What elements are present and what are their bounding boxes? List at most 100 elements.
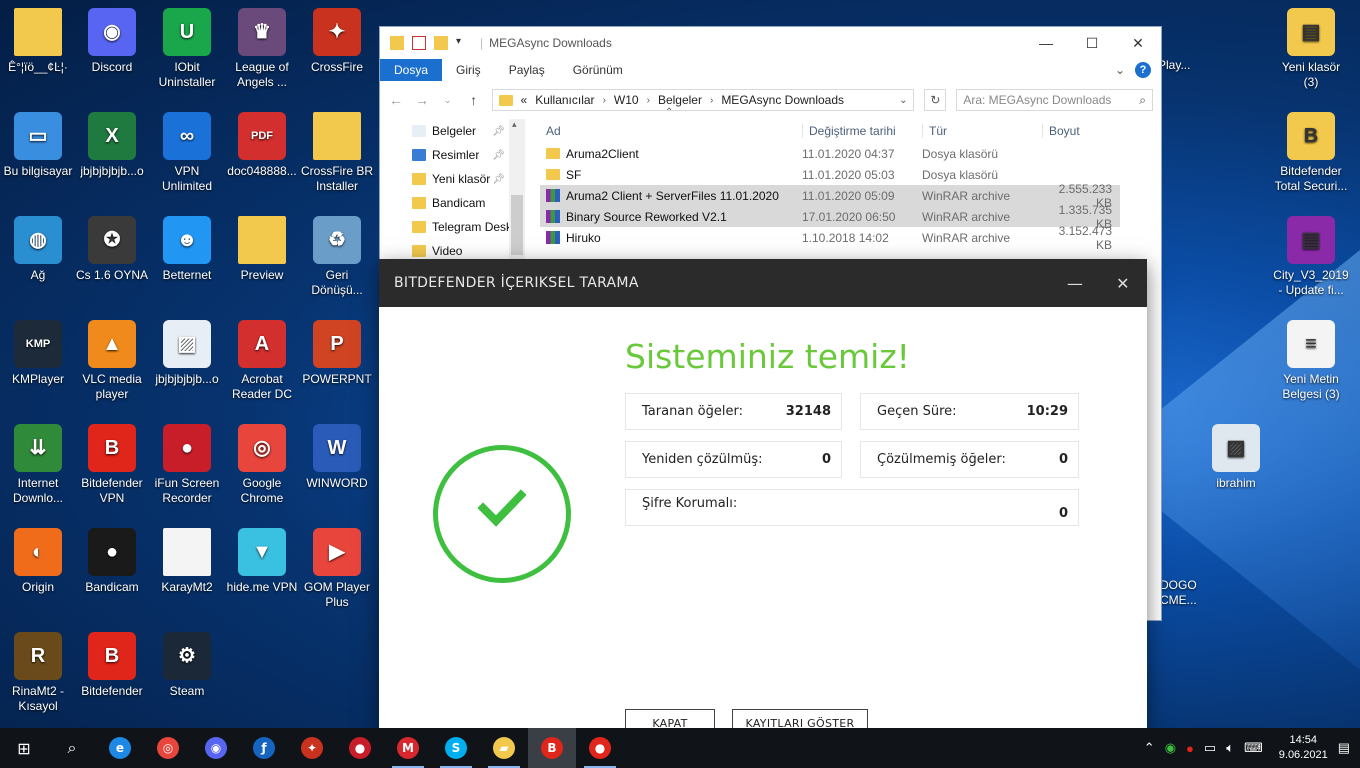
desktop-icon[interactable]: ▲ VLC media player <box>74 314 150 402</box>
maximize-button[interactable]: ☐ <box>1069 35 1115 52</box>
taskbar-bitdefender-button[interactable]: B <box>528 728 576 768</box>
desktop-icon[interactable]: ◎ Google Chrome <box>224 418 300 506</box>
network-icon[interactable]: ▭ <box>1204 740 1216 756</box>
taskbar-recorder-button[interactable]: ● <box>336 728 384 768</box>
desktop-icon[interactable]: ⇊ Internet Downlo... <box>0 418 76 506</box>
file-row[interactable]: Aruma2Client 11.01.2020 04:37 Dosya klasör… <box>540 143 1120 164</box>
properties-icon[interactable] <box>412 36 426 50</box>
desktop-icon[interactable]: ♛ League of Angels ... <box>224 2 300 90</box>
mega-tray-icon[interactable]: ● <box>1186 741 1194 756</box>
desktop-icon[interactable]: B Bitdefender <box>74 626 150 699</box>
desktop-icon[interactable]: R RinaMt2 - Kısayol <box>0 626 76 714</box>
desktop-icon[interactable]: Preview <box>224 210 300 283</box>
breadcrumb-megasync[interactable]: MEGAsync Downloads <box>721 93 844 107</box>
desktop-icon[interactable]: ◍ Ağ <box>0 210 76 283</box>
desktop-icon[interactable]: U IObit Uninstaller <box>149 2 225 90</box>
up-button[interactable]: ↑ <box>466 92 482 108</box>
file-row[interactable]: Hiruko 1.10.2018 14:02 WinRAR archive 3.152… <box>540 224 1120 252</box>
refresh-button[interactable]: ↻ <box>924 89 947 111</box>
scroll-up-icon[interactable]: ▴ <box>512 119 517 130</box>
taskbar-crossfire-button[interactable]: ✦ <box>288 728 336 768</box>
dialog-titlebar[interactable]: BITDEFENDER İÇERIKSEL TARAMA — ✕ <box>379 259 1147 307</box>
bitdefender-scan-dialog[interactable]: BITDEFENDER İÇERIKSEL TARAMA — ✕ Sistemi… <box>379 259 1147 739</box>
close-button[interactable]: ✕ <box>1099 274 1147 293</box>
nav-item-belgeler[interactable]: Belgeler 📌︎ <box>380 119 525 143</box>
taskbar-record-button[interactable]: ● <box>576 728 624 768</box>
volume-icon[interactable]: 🔈︎ <box>1226 740 1234 756</box>
desktop-icon[interactable]: B Bitdefender VPN <box>74 418 150 506</box>
notifications-icon[interactable]: ▤ <box>1338 740 1350 756</box>
taskbar-chrome-button[interactable]: ◎ <box>144 728 192 768</box>
breadcrumb-kullanicilar[interactable]: Kullanıcılar <box>535 93 594 107</box>
desktop-icon[interactable]: ▨ jbjbjbjbjb...o <box>149 314 225 387</box>
desktop-icon[interactable]: P POWERPNT <box>299 314 375 387</box>
desktop-icon[interactable]: ▨ ibrahim <box>1198 418 1274 491</box>
tab-paylas[interactable]: Paylaş <box>495 59 559 81</box>
desktop-icon[interactable]: Ê°¦ïö__¢Ŀ¦· <box>0 2 76 75</box>
desktop-icon[interactable]: ▤ City_V3_2019 - Update fi... <box>1273 210 1349 298</box>
file-row[interactable]: SF 11.01.2020 05:03 Dosya klasörü <box>540 164 1120 185</box>
taskbar-skype-button[interactable]: S <box>432 728 480 768</box>
minimize-button[interactable]: — <box>1051 274 1099 293</box>
desktop-icon[interactable]: ♻ Geri Dönüşü... <box>299 210 375 298</box>
tab-dosya[interactable]: Dosya <box>380 59 443 81</box>
column-size[interactable]: Boyut <box>1042 124 1112 138</box>
dropdown-arrow-icon[interactable]: ▾ <box>456 36 470 50</box>
desktop-icon[interactable]: ▤ Yeni klasör (3) <box>1273 2 1349 90</box>
minimize-button[interactable]: — <box>1023 35 1069 52</box>
desktop-icon[interactable]: A Acrobat Reader DC <box>224 314 300 402</box>
desktop-icon[interactable]: KarayMt2 <box>149 522 225 595</box>
desktop-icon[interactable]: ∞ VPN Unlimited <box>149 106 225 194</box>
desktop-icon[interactable]: ▭ Bu bilgisayar <box>0 106 76 179</box>
new-folder-icon[interactable] <box>434 36 448 50</box>
desktop-icon[interactable]: ● iFun Screen Recorder <box>149 418 225 506</box>
address-bar[interactable]: « Kullanıcılar › W10 › Belgeler › MEGAsy… <box>491 89 915 111</box>
desktop-icon[interactable]: ◉ Discord <box>74 2 150 75</box>
search-input[interactable]: Ara: MEGAsync Downloads ⌕ <box>956 89 1153 111</box>
address-dropdown-icon[interactable]: ⌄ <box>899 95 907 106</box>
back-button[interactable]: ← <box>388 92 404 108</box>
column-date[interactable]: Değiştirme tarihi <box>802 124 922 138</box>
nav-item-telegram-desk[interactable]: Telegram Desk <box>380 215 525 239</box>
desktop-icon[interactable]: ✦ CrossFire <box>299 2 375 75</box>
file-row[interactable]: Aruma2 Client + ServerFiles 11.01.2020 11… <box>540 182 1120 210</box>
breadcrumb-w10[interactable]: W10 <box>614 93 639 107</box>
breadcrumb-belgeler[interactable]: Belgeler <box>658 93 702 107</box>
desktop-icon[interactable]: CrossFire BR Installer <box>299 106 375 194</box>
desktop-icon[interactable]: KMP KMPlayer <box>0 314 76 387</box>
taskbar-start-button[interactable]: ⊞ <box>0 728 48 768</box>
desktop-icon[interactable]: ✪ Cs 1.6 OYNA <box>74 210 150 283</box>
file-row[interactable]: Binary Source Reworked V2.1 17.01.2020 06… <box>540 203 1120 231</box>
explorer-titlebar[interactable]: ▾ | MEGAsync Downloads — ☐ ✕ <box>380 27 1161 59</box>
desktop-icon[interactable]: ≡ Yeni Metin Belgesi (3) <box>1273 314 1349 402</box>
tray-app-icon[interactable]: ◉ <box>1165 740 1176 756</box>
desktop-icon[interactable]: ▼ hide.me VPN <box>224 522 300 595</box>
help-icon[interactable]: ? <box>1135 62 1151 78</box>
breadcrumb-overflow[interactable]: « <box>521 93 528 107</box>
nav-scrollbar[interactable]: ▴ <box>509 119 525 259</box>
desktop-icon[interactable]: Xjbjbjbjbjb...o <box>74 106 150 179</box>
desktop-icon[interactable]: ◐ Origin <box>0 522 76 595</box>
desktop-icon[interactable]: ● Bandicam <box>74 522 150 595</box>
close-button[interactable]: ✕ <box>1115 35 1161 52</box>
taskbar-file-explorer-button[interactable]: ▰ <box>480 728 528 768</box>
taskbar-search-button[interactable]: ⌕ <box>48 728 96 768</box>
nav-item-bandicam[interactable]: Bandicam <box>380 191 525 215</box>
show-hidden-icons-button[interactable]: ⌃ <box>1144 740 1155 756</box>
taskbar-mega-button[interactable]: M <box>384 728 432 768</box>
taskbar-edge-button[interactable]: e <box>96 728 144 768</box>
desktop-icon[interactable]: W WINWORD <box>299 418 375 491</box>
taskbar-discord-button[interactable]: ◉ <box>192 728 240 768</box>
desktop-icon[interactable]: B Bitdefender Total Securi... <box>1273 106 1349 194</box>
tab-gorunum[interactable]: Görünüm <box>559 59 637 81</box>
nav-item-resimler[interactable]: Resimler 📌︎ <box>380 143 525 167</box>
desktop-icon[interactable]: ⚙ Steam <box>149 626 225 699</box>
column-name[interactable]: Ad <box>540 124 802 138</box>
clock[interactable]: 14:54 9.06.2021 <box>1279 733 1328 763</box>
desktop-icon[interactable]: PDF doc048888... <box>224 106 300 179</box>
recent-dropdown[interactable]: ⌄ <box>440 95 456 106</box>
taskbar-flash-button[interactable]: ƒ <box>240 728 288 768</box>
desktop-icon[interactable]: ▶ GOM Player Plus <box>299 522 375 610</box>
column-type[interactable]: Tür <box>922 124 1042 138</box>
expand-ribbon-icon[interactable]: ⌄ <box>1115 63 1125 77</box>
